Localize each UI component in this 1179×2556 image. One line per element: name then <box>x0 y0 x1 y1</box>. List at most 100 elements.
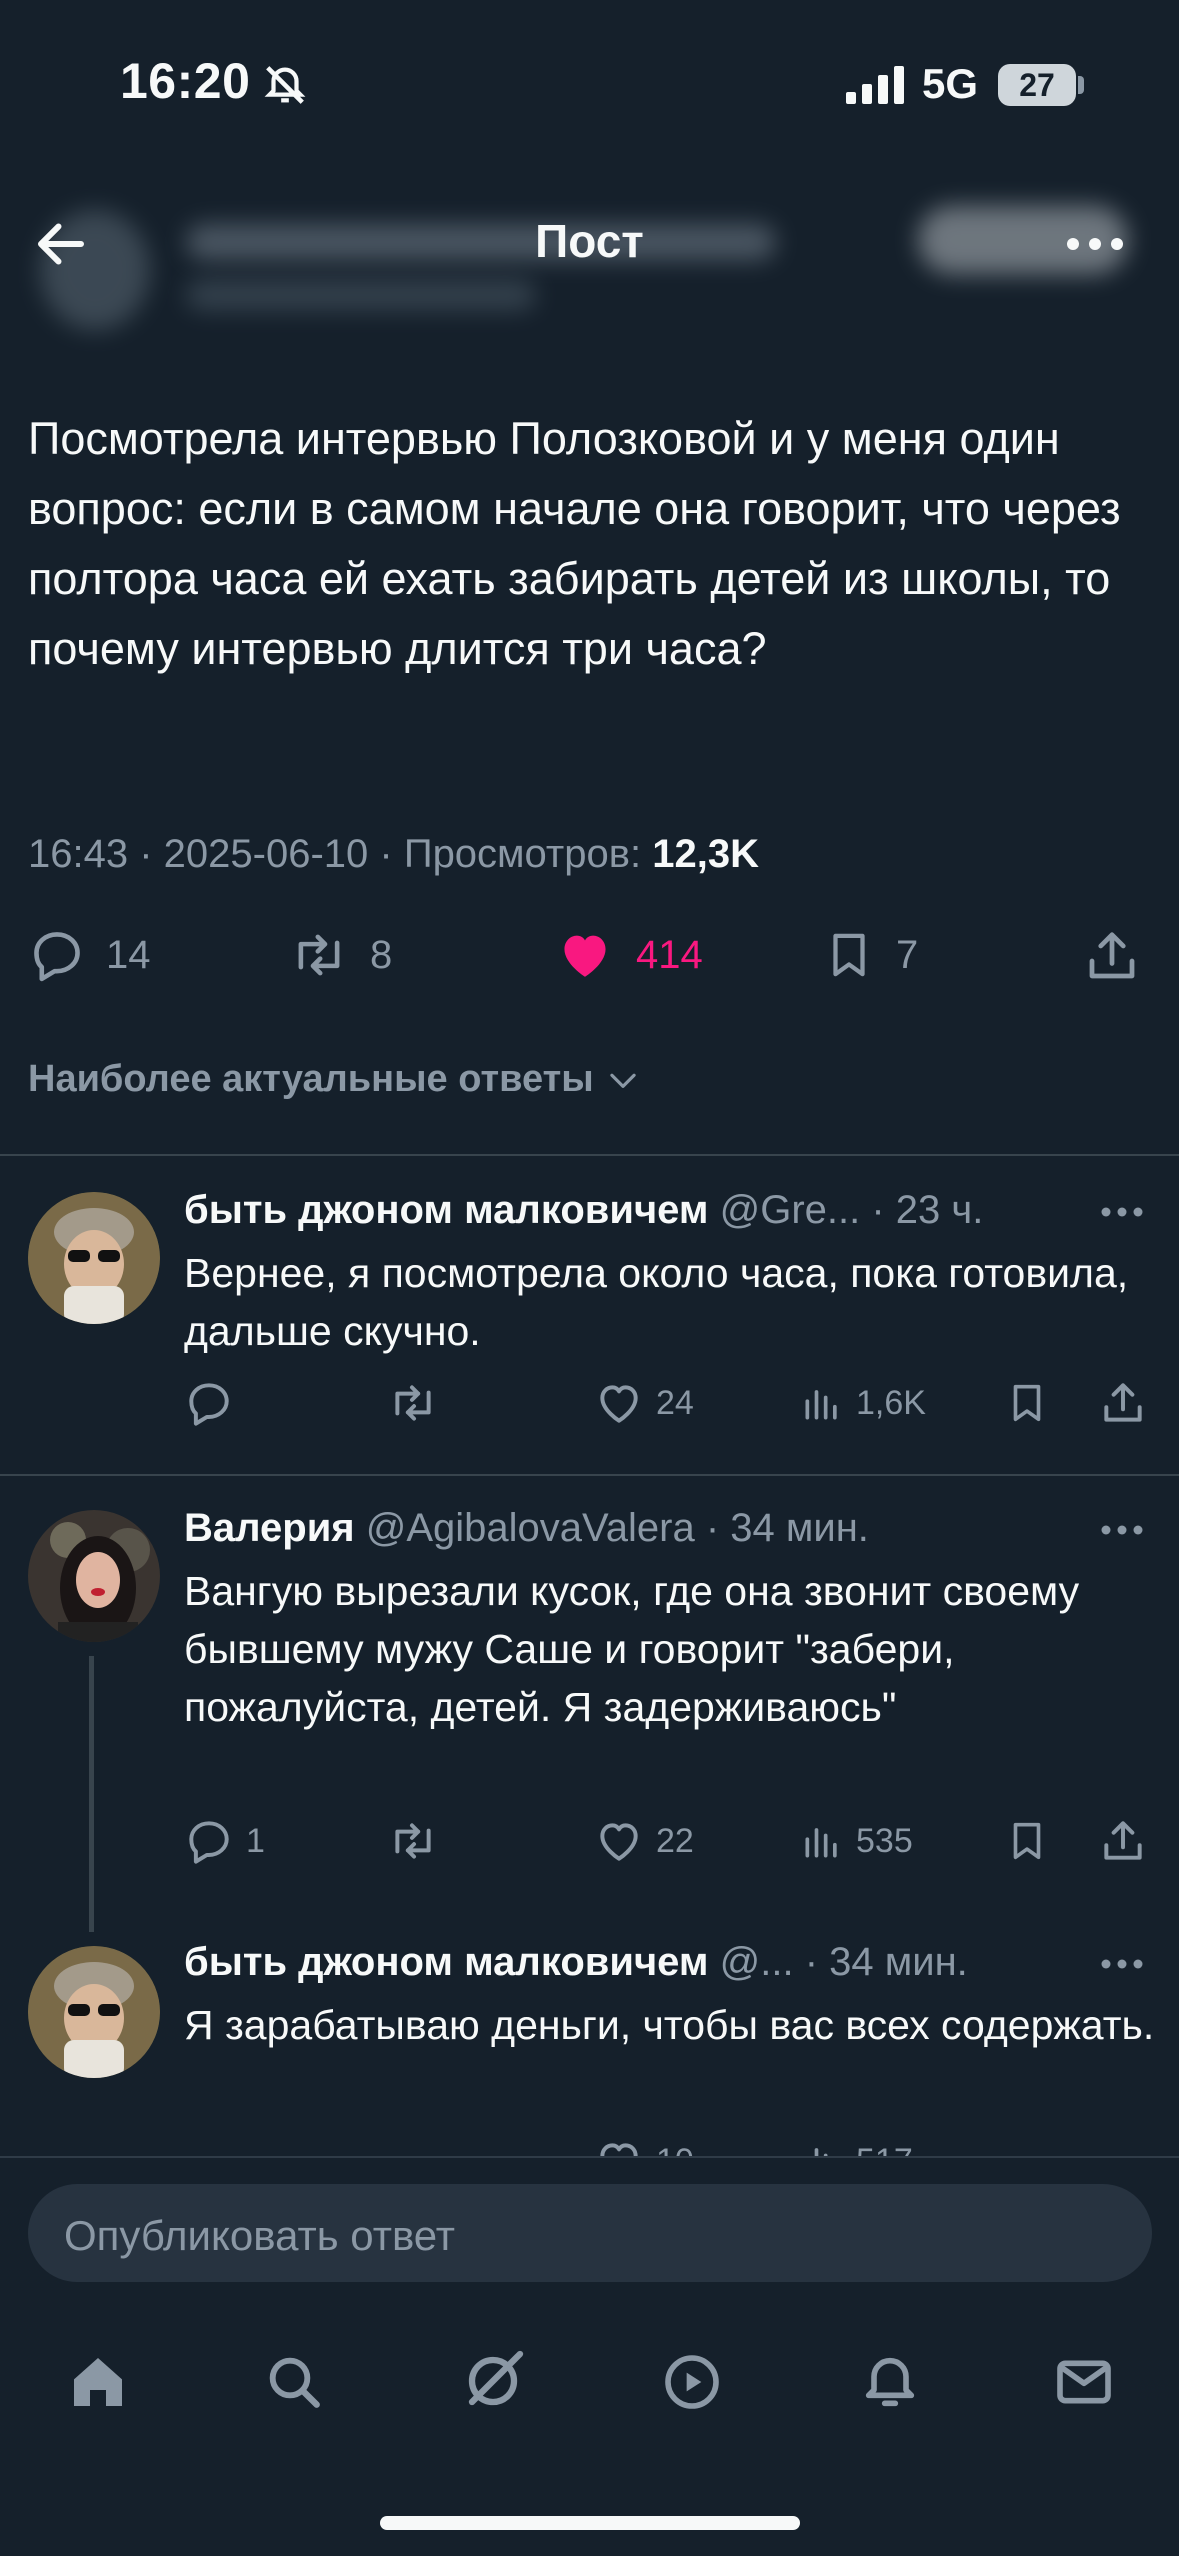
analytics-icon <box>805 1828 837 1858</box>
repost-icon <box>298 934 340 976</box>
divider <box>0 1474 1179 1476</box>
reply-action[interactable] <box>184 1378 234 1428</box>
like-count: 24 <box>656 1383 694 1422</box>
reply-more-button[interactable] <box>1100 1958 1144 1970</box>
avatar[interactable] <box>28 1946 160 2078</box>
like-action[interactable]: 414 <box>554 926 703 984</box>
more-options-icon <box>1101 1959 1143 1969</box>
share-button[interactable] <box>1082 926 1142 986</box>
heart-icon <box>600 1823 638 1861</box>
share-button[interactable] <box>1098 1378 1148 1428</box>
sort-replies-dropdown[interactable]: Наиболее актуальные ответы <box>28 1058 642 1101</box>
reply-count: 1 <box>246 1821 265 1860</box>
views-action[interactable]: 1,6K <box>800 1378 926 1428</box>
avatar[interactable] <box>28 1192 160 1324</box>
reply-count: 14 <box>106 932 151 977</box>
reply-icon <box>189 1383 229 1426</box>
reply-header: быть джоном малковичем @Gre... · 23 ч. <box>184 1188 983 1233</box>
reply-more-button[interactable] <box>1100 1206 1144 1218</box>
grok-icon <box>468 2350 524 2406</box>
post-meta: 16:43 · 2025-06-10 · Просмотров: 12,3K <box>28 832 759 877</box>
divider <box>0 1154 1179 1156</box>
reply-text: Вангую вырезали кусок, где она звонит св… <box>184 1568 1080 1730</box>
notifications-icon <box>865 2357 915 2407</box>
bookmark-count: 7 <box>896 932 919 977</box>
battery-level: 27 <box>998 64 1076 106</box>
share-button[interactable] <box>1098 1816 1148 1866</box>
reply-author-name[interactable]: быть джоном малковичем <box>184 1188 708 1232</box>
reply-author-name[interactable]: быть джоном малковичем <box>184 1940 708 1984</box>
views-count: 1,6K <box>856 1383 926 1422</box>
sort-label: Наиболее актуальные ответы <box>28 1058 594 1100</box>
reply-action[interactable]: 14 <box>28 926 151 984</box>
heart-icon <box>600 1385 638 1423</box>
views-label: Просмотров: <box>403 832 653 876</box>
reply-header: Валерия @AgibalovaValera · 34 мин. <box>184 1506 869 1551</box>
more-options-icon[interactable] <box>1065 236 1125 252</box>
share-icon <box>1089 932 1135 979</box>
messages-icon <box>1057 2360 1111 2404</box>
reply-author-handle[interactable]: @AgibalovaValera <box>366 1506 695 1550</box>
share-icon <box>1104 1383 1142 1422</box>
reply-time: · 34 мин. <box>804 1940 968 1984</box>
repost-action[interactable] <box>386 1816 440 1866</box>
repost-count: 8 <box>370 932 393 977</box>
reply-text: Вернее, я посмотрела около часа, пока го… <box>184 1250 1129 1354</box>
bookmark-icon <box>1013 1384 1041 1422</box>
bookmark-action[interactable] <box>1004 1816 1050 1866</box>
home-indicator[interactable] <box>380 2516 800 2530</box>
analytics-icon <box>805 1390 837 1420</box>
silent-mode-icon <box>262 62 308 108</box>
views-count: 535 <box>856 1821 913 1860</box>
more-options-icon <box>1101 1525 1143 1535</box>
signal-icon <box>846 66 908 104</box>
bookmark-action[interactable] <box>1004 1378 1050 1428</box>
post-timestamp: 16:43 · 2025-06-10 · <box>28 832 404 876</box>
chevron-down-icon <box>609 1073 636 1088</box>
reply-author-handle[interactable]: @... <box>720 1940 794 1984</box>
views-count: 12,3K <box>652 832 759 876</box>
like-count: 414 <box>636 932 703 977</box>
avatar[interactable] <box>28 1510 160 1642</box>
reply-time: · 34 мин. <box>705 1506 869 1550</box>
home-icon <box>74 2358 122 2406</box>
search-tab[interactable] <box>262 2350 326 2414</box>
network-type: 5G <box>922 60 979 107</box>
bookmark-icon <box>833 933 865 977</box>
thread-connector <box>89 1656 94 1932</box>
reply-more-button[interactable] <box>1100 1524 1144 1536</box>
reply-header: быть джоном малковичем @... · 34 мин. <box>184 1940 968 1985</box>
like-count: 22 <box>656 1821 694 1860</box>
reply-placeholder: Опубликовать ответ <box>64 2212 456 2259</box>
blurred-author-handle <box>186 280 536 310</box>
notifications-tab[interactable] <box>858 2350 922 2414</box>
divider <box>0 2156 1179 2158</box>
reply-author-handle[interactable]: @Gre... <box>720 1188 861 1232</box>
repost-icon <box>395 1823 431 1859</box>
post-text: Посмотрела интервью Полозковой и у меня … <box>28 413 1121 674</box>
bookmark-icon <box>1013 1822 1041 1860</box>
video-tab[interactable] <box>660 2350 724 2414</box>
reply-time: · 23 ч. <box>871 1188 984 1232</box>
home-tab[interactable] <box>66 2350 130 2414</box>
views-action[interactable]: 535 <box>800 1816 913 1866</box>
messages-tab[interactable] <box>1052 2350 1116 2414</box>
battery-tip <box>1078 76 1084 94</box>
repost-icon <box>395 1385 431 1421</box>
repost-action[interactable] <box>386 1378 440 1428</box>
reply-author-name[interactable]: Валерия <box>184 1506 355 1550</box>
heart-filled-icon <box>564 935 606 977</box>
status-time: 16:20 <box>120 53 251 109</box>
reply-action[interactable]: 1 <box>184 1816 265 1866</box>
like-action[interactable]: 22 <box>594 1816 694 1866</box>
search-icon <box>269 2357 320 2408</box>
like-action[interactable]: 24 <box>594 1378 694 1428</box>
grok-tab[interactable] <box>460 2342 532 2414</box>
page-title: Пост <box>535 215 644 267</box>
video-icon <box>665 2355 719 2409</box>
share-icon <box>1104 1821 1142 1860</box>
reply-text: Я зарабатываю деньги, чтобы вас всех сод… <box>184 2002 1155 2048</box>
bookmark-action[interactable]: 7 <box>822 926 918 984</box>
repost-action[interactable]: 8 <box>288 926 392 984</box>
more-options-icon <box>1101 1207 1143 1217</box>
